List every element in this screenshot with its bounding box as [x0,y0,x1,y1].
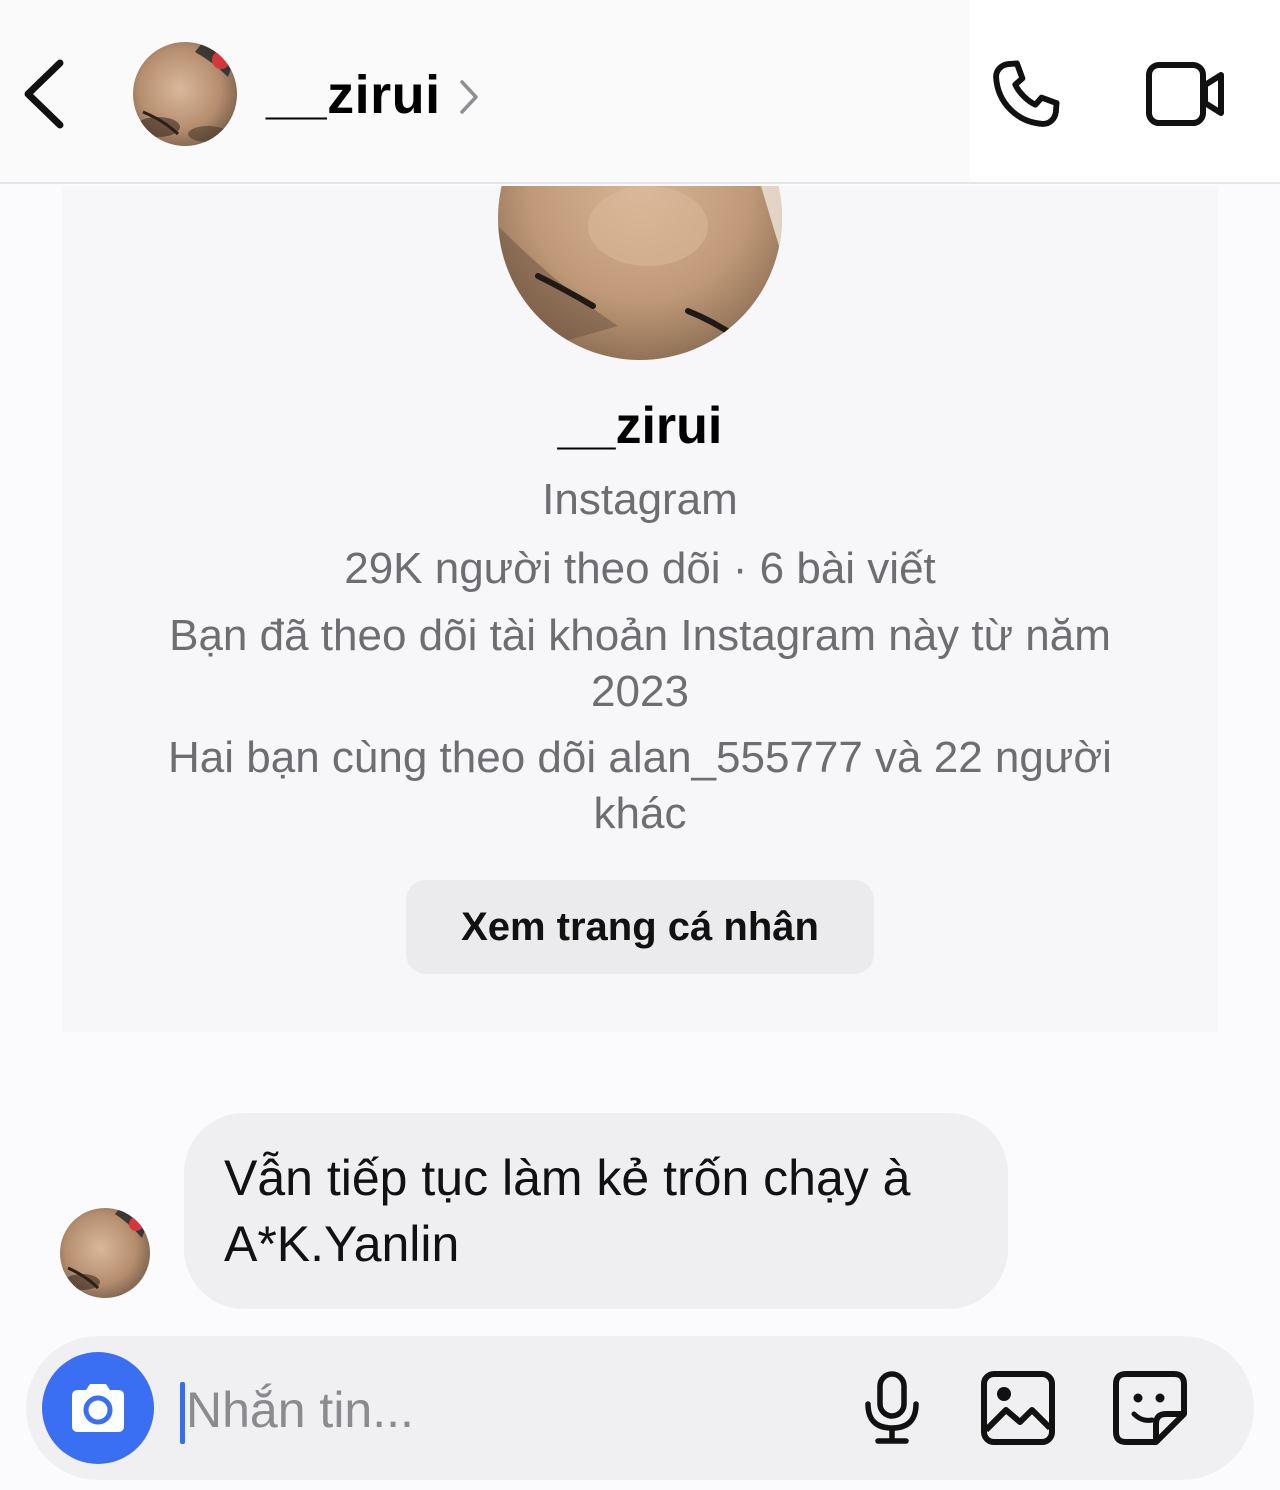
voice-call-button[interactable] [984,52,1068,136]
chevron-right-icon [459,78,479,116]
chat-screen: __zirui __zirui Instagram 29K người theo… [0,0,1280,1490]
sticker-icon [1113,1371,1187,1445]
phone-icon [993,60,1060,127]
camera-button[interactable] [42,1352,154,1464]
header-username: __zirui [266,65,441,125]
profile-username: __zirui [557,397,723,455]
profile-stats: 29K người theo dõi · 6 bài viết [344,544,936,593]
profile-card: __zirui Instagram 29K người theo dõi · 6… [62,186,1218,1032]
profile-mutual-followers: Hai bạn cùng theo dõi alan_555777 và 22 … [168,733,1112,838]
microphone-icon [865,1371,919,1444]
gallery-button[interactable] [974,1364,1062,1452]
message-bubble[interactable]: Vẫn tiếp tục làm kẻ trốn chạy à A*K.Yanl… [184,1113,1008,1309]
voice-message-button[interactable] [848,1364,936,1452]
view-profile-button[interactable]: Xem trang cá nhân [406,880,874,974]
message-composer [26,1336,1254,1480]
back-button[interactable] [14,56,74,132]
video-camera-icon [1146,62,1224,126]
header-username-link[interactable]: __zirui [266,60,479,130]
sticker-button[interactable] [1106,1364,1194,1452]
chevron-left-icon [24,59,64,129]
camera-icon [72,1384,124,1432]
video-call-button[interactable] [1140,52,1232,136]
text-caret [180,1382,185,1444]
profile-platform: Instagram [542,475,738,524]
profile-follow-since: Bạn đã theo dõi tài khoản Instagram này … [169,611,1111,716]
header-avatar[interactable] [133,42,237,146]
chat-header: __zirui [0,0,1280,184]
message-text: Vẫn tiếp tục làm kẻ trốn chạy à A*K.Yanl… [224,1150,911,1272]
message-input[interactable] [186,1370,846,1450]
message-sender-avatar[interactable] [60,1208,150,1298]
profile-avatar[interactable] [498,186,782,360]
image-icon [981,1371,1055,1445]
